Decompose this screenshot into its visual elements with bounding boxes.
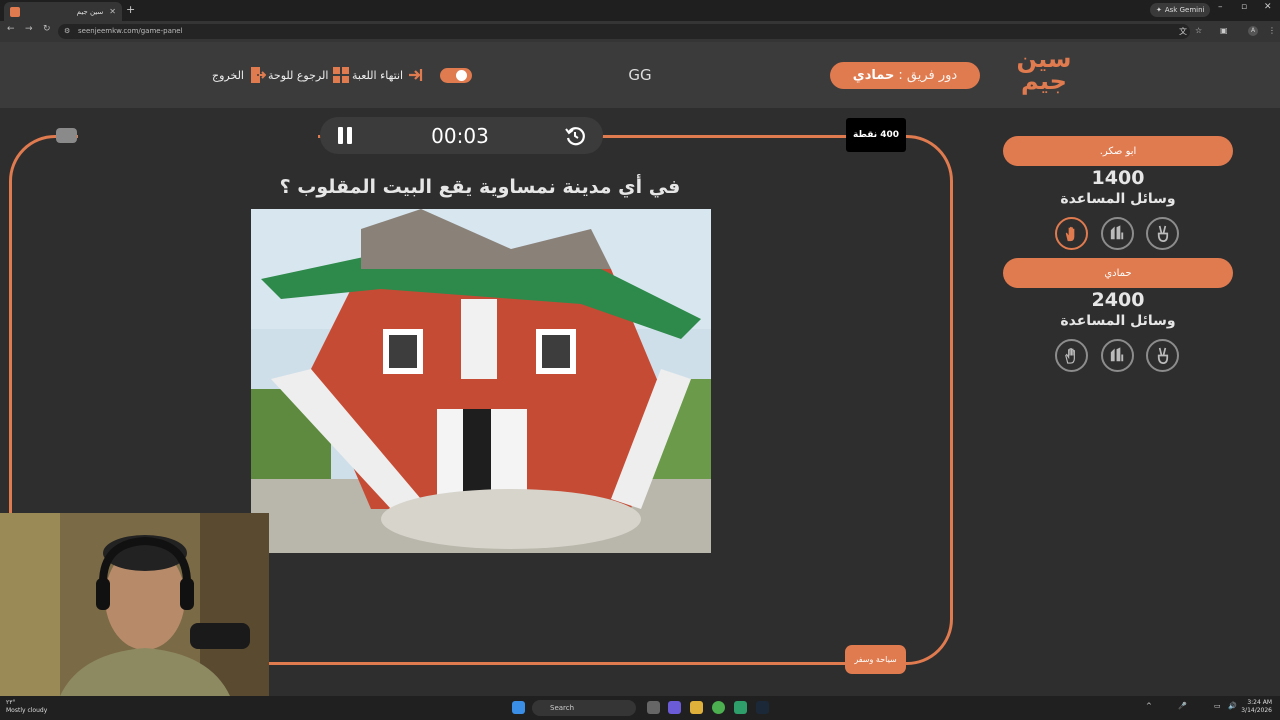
clock-date: 3/14/2026 xyxy=(1241,707,1272,714)
team-name-pill: حمادي xyxy=(1003,258,1233,288)
exit-button[interactable]: الخروج xyxy=(212,66,266,84)
browser-tab-bar: سين جيم ✕ + ✦ Ask Gemini – ▫ ✕ xyxy=(0,0,1280,21)
team-score: 1400 xyxy=(1091,167,1145,189)
forward-icon[interactable]: → xyxy=(25,24,33,34)
os-taskbar xyxy=(0,696,1280,720)
help-tools-label: وسائل المساعدة xyxy=(1060,313,1176,329)
new-tab-icon[interactable]: + xyxy=(126,3,135,16)
steam-icon[interactable] xyxy=(756,701,769,714)
browser-tab[interactable]: سين جيم ✕ xyxy=(4,2,122,21)
end-game-toggle[interactable] xyxy=(440,68,472,83)
back-icon[interactable]: ← xyxy=(7,24,15,34)
windows-start-icon[interactable] xyxy=(512,701,525,714)
peace-hand-icon[interactable] xyxy=(1146,217,1179,250)
microphone-icon[interactable]: 🎤 xyxy=(1178,702,1187,710)
close-tab-icon[interactable]: ✕ xyxy=(109,7,116,16)
game-name: GG xyxy=(628,66,652,84)
timer-time: 00:03 xyxy=(431,124,489,148)
small-badge xyxy=(56,128,77,143)
site-favicon xyxy=(10,6,20,17)
end-game-label: انتهاء اللعبة xyxy=(352,68,404,82)
team-name-pill: ابو صكر. xyxy=(1003,136,1233,166)
system-clock[interactable]: 3:24 AM 3/14/2026 xyxy=(1240,699,1272,715)
translate-icon[interactable]: 文 xyxy=(1179,26,1187,37)
two-answers-icon[interactable] xyxy=(1101,217,1134,250)
chrome-icon[interactable] xyxy=(712,701,725,714)
bookmark-star-icon[interactable]: ☆ xyxy=(1195,26,1202,35)
ask-gemini-label: Ask Gemini xyxy=(1164,6,1205,14)
hand-stop-icon[interactable] xyxy=(1055,217,1088,250)
chat-icon[interactable] xyxy=(668,701,681,714)
site-info-icon[interactable]: ⚙ xyxy=(64,24,70,39)
logo: سين جيم xyxy=(1016,45,1072,95)
reset-timer-icon[interactable] xyxy=(564,125,586,147)
exit-label: الخروج xyxy=(212,68,244,82)
category-badge: سياحة وسفر xyxy=(845,645,906,674)
tab-title: سين جيم xyxy=(76,7,104,16)
team-score: 2400 xyxy=(1091,289,1145,311)
tray-chevron-icon[interactable]: ^ xyxy=(1146,702,1152,710)
turn-team: حمادي xyxy=(852,68,895,83)
points-badge: 400 نقطة xyxy=(846,118,906,152)
ask-gemini-button[interactable]: ✦ Ask Gemini xyxy=(1150,3,1211,17)
profile-avatar[interactable]: A xyxy=(1248,26,1258,36)
pause-icon[interactable] xyxy=(337,127,353,144)
close-window-icon[interactable]: ✕ xyxy=(1264,2,1272,12)
end-game-button[interactable]: انتهاء اللعبة xyxy=(352,66,425,84)
turn-label: دور فريق : xyxy=(898,68,958,83)
reload-icon[interactable]: ↻ xyxy=(43,24,51,34)
minimize-icon[interactable]: – xyxy=(1218,2,1223,12)
search-label: Search xyxy=(550,704,575,712)
turn-indicator: دور فريق : حمادي xyxy=(830,62,980,89)
file-explorer-icon[interactable] xyxy=(690,701,703,714)
arrow-exit-icon xyxy=(409,69,423,81)
webcam-overlay xyxy=(0,513,269,696)
menu-icon[interactable]: ⋮ xyxy=(1268,26,1276,35)
taskbar-search[interactable]: Search xyxy=(532,700,636,716)
grid-icon xyxy=(333,67,350,83)
weather-desc: Mostly cloudy xyxy=(6,707,48,714)
question-text: في أي مدينة نمساوية يقع البيت المقلوب ؟ xyxy=(279,176,681,198)
weather-temp: ٢٣° xyxy=(6,699,16,706)
task-view-icon[interactable] xyxy=(647,701,660,714)
help-tools-label: وسائل المساعدة xyxy=(1060,191,1176,207)
clock-time: 3:24 AM xyxy=(1247,699,1272,706)
peace-hand-icon[interactable] xyxy=(1146,339,1179,372)
maximize-icon[interactable]: ▫ xyxy=(1241,2,1247,12)
hand-stop-icon[interactable] xyxy=(1055,339,1088,372)
back-to-board-button[interactable]: الرجوع للوحة xyxy=(268,66,350,84)
extensions-icon[interactable]: ▣ xyxy=(1220,26,1228,35)
url-field[interactable]: ⚙ seenjeemkw.com/game-panel xyxy=(58,24,1190,39)
back-to-board-label: الرجوع للوحة xyxy=(268,68,329,82)
question-image xyxy=(251,209,711,553)
sparkle-icon: ✦ xyxy=(1156,6,1162,14)
door-exit-icon xyxy=(251,67,266,83)
network-icon[interactable]: ▭ xyxy=(1214,702,1221,710)
timer: 00:03 xyxy=(320,117,603,154)
two-answers-icon[interactable] xyxy=(1101,339,1134,372)
volume-icon[interactable]: 🔊 xyxy=(1228,702,1237,710)
weather-widget[interactable]: ٢٣° Mostly cloudy xyxy=(6,699,47,715)
xbox-icon[interactable] xyxy=(734,701,747,714)
url-text: seenjeemkw.com/game-panel xyxy=(78,27,183,35)
